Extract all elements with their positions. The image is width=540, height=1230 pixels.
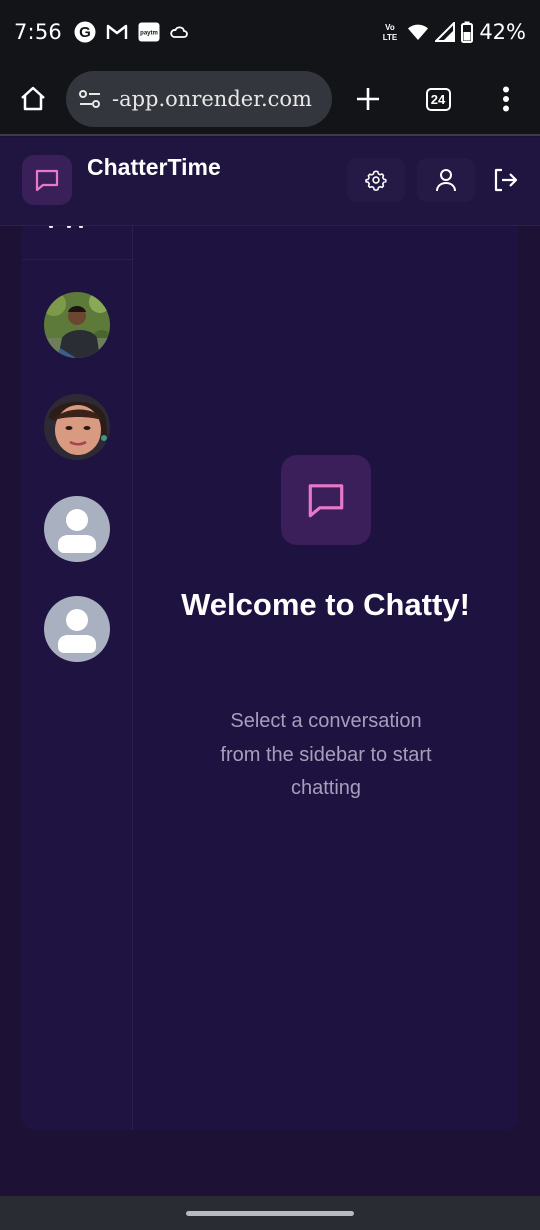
svg-text:G: G bbox=[79, 24, 91, 41]
empty-state: Welcome to Chatty! Select a conversation… bbox=[133, 226, 518, 1130]
chat-panel: Welcome to Chatty! Select a conversation… bbox=[22, 226, 518, 1130]
app-logo[interactable] bbox=[22, 155, 72, 205]
home-gesture-handle[interactable] bbox=[186, 1211, 354, 1216]
app-header: ChatterTime bbox=[0, 138, 540, 226]
home-button[interactable] bbox=[0, 63, 66, 135]
status-time: 7:56 bbox=[14, 20, 62, 44]
logout-button[interactable] bbox=[482, 158, 528, 202]
battery-icon bbox=[461, 21, 474, 43]
new-tab-button[interactable] bbox=[332, 63, 404, 135]
notification-icons: G paytm bbox=[74, 21, 188, 43]
google-icon: G bbox=[74, 21, 96, 43]
system-icons: Vo LTE 42% bbox=[379, 20, 526, 44]
contacts-sidebar[interactable] bbox=[22, 226, 133, 1130]
contact-avatar[interactable] bbox=[44, 596, 110, 662]
volte-icon: Vo LTE bbox=[379, 21, 401, 43]
contact-avatar[interactable] bbox=[44, 394, 110, 460]
browser-toolbar: -app.onrender.com 24 bbox=[0, 64, 540, 136]
home-icon bbox=[21, 86, 45, 111]
sidebar-header bbox=[22, 226, 133, 260]
svg-text:LTE: LTE bbox=[383, 33, 398, 42]
app-title: ChatterTime bbox=[87, 154, 221, 180]
welcome-subtitle: Select a conversation from the sidebar t… bbox=[220, 710, 432, 799]
welcome-title: Welcome to Chatty! bbox=[181, 587, 470, 622]
cloud-icon bbox=[170, 25, 188, 39]
chat-bubble-icon bbox=[35, 169, 59, 192]
chat-bubble-icon bbox=[308, 484, 344, 518]
browser-menu-button[interactable] bbox=[472, 63, 540, 135]
profile-button[interactable] bbox=[417, 158, 475, 202]
gmail-icon bbox=[106, 23, 128, 41]
tab-switcher-button[interactable]: 24 bbox=[404, 63, 472, 135]
plus-icon bbox=[357, 88, 379, 110]
battery-percent: 42% bbox=[479, 20, 526, 44]
signal-icon bbox=[435, 22, 456, 42]
contact-avatar[interactable] bbox=[44, 496, 110, 562]
svg-text:Vo: Vo bbox=[385, 23, 395, 32]
paytm-icon: paytm bbox=[138, 22, 160, 42]
svg-text:paytm: paytm bbox=[140, 31, 158, 37]
site-settings-icon[interactable] bbox=[78, 88, 102, 110]
address-bar[interactable]: -app.onrender.com bbox=[66, 71, 332, 127]
welcome-icon-box bbox=[281, 455, 371, 545]
system-nav-bar bbox=[0, 1196, 540, 1230]
contact-avatar[interactable] bbox=[44, 292, 110, 358]
settings-button[interactable] bbox=[347, 158, 405, 202]
logout-icon bbox=[494, 168, 518, 192]
gear-icon bbox=[365, 170, 387, 191]
tab-count: 24 bbox=[425, 87, 451, 111]
status-bar: 7:56 G paytm Vo LTE 42% bbox=[0, 0, 540, 64]
user-icon bbox=[436, 169, 456, 192]
wifi-icon bbox=[407, 23, 429, 41]
url-text[interactable]: -app.onrender.com bbox=[112, 87, 312, 111]
more-vert-icon bbox=[503, 86, 509, 112]
